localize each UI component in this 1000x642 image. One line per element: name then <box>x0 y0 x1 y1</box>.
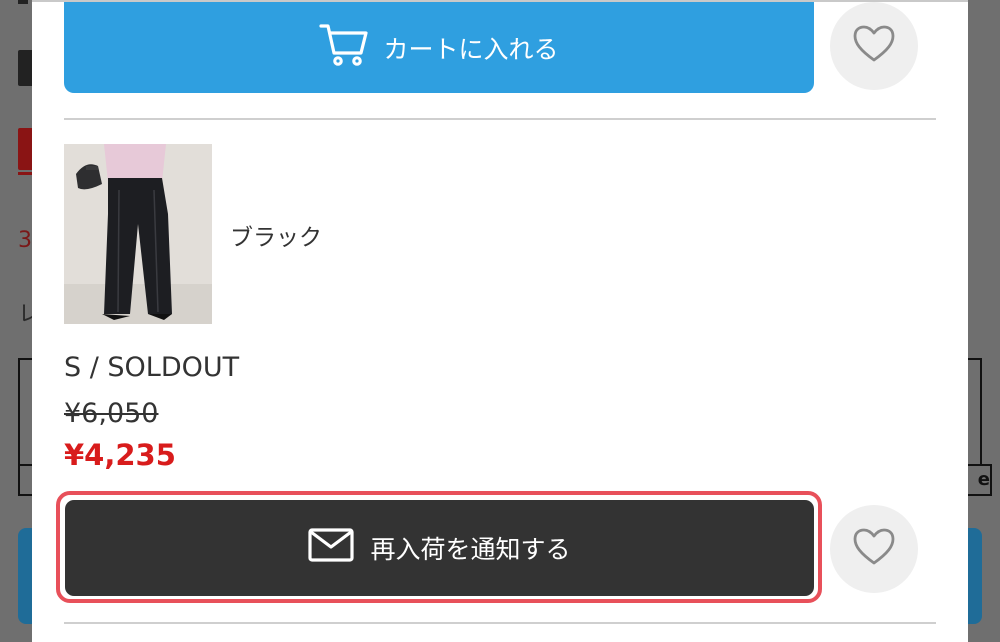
background-box-fragment: e <box>968 464 992 496</box>
heart-icon <box>852 24 896 68</box>
background-box-fragment <box>18 464 32 496</box>
variant-modal: カートに入れる ブラック S / SOLDOUT ¥6,050 ¥4,235 再… <box>32 0 968 642</box>
restock-notify-button[interactable]: 再入荷を通知する <box>65 500 814 596</box>
background-button-fragment <box>18 528 32 624</box>
variant-color-name: ブラック <box>230 225 322 251</box>
background-box-fragment <box>18 358 32 466</box>
background-button-fragment <box>968 528 982 624</box>
background-fragment <box>18 0 28 4</box>
original-price: ¥6,050 <box>64 398 159 429</box>
background-box-fragment <box>968 358 982 466</box>
divider <box>64 622 936 624</box>
background-text-fragment: e <box>977 469 990 490</box>
background-text-fragment: 3 <box>18 228 32 253</box>
restock-notify-label: 再入荷を通知する <box>370 535 571 564</box>
divider <box>64 118 936 120</box>
heart-icon <box>852 527 896 571</box>
add-to-cart-button[interactable]: カートに入れる <box>64 2 814 93</box>
sale-price: ¥4,235 <box>64 438 176 472</box>
favorite-button[interactable] <box>830 505 918 593</box>
add-to-cart-label: カートに入れる <box>383 34 559 64</box>
variant-size-status: S / SOLDOUT <box>64 352 240 383</box>
background-underline-fragment <box>18 172 32 175</box>
favorite-button[interactable] <box>830 2 918 90</box>
cart-icon <box>319 23 369 73</box>
product-thumbnail <box>64 144 212 324</box>
mail-icon <box>308 528 355 568</box>
